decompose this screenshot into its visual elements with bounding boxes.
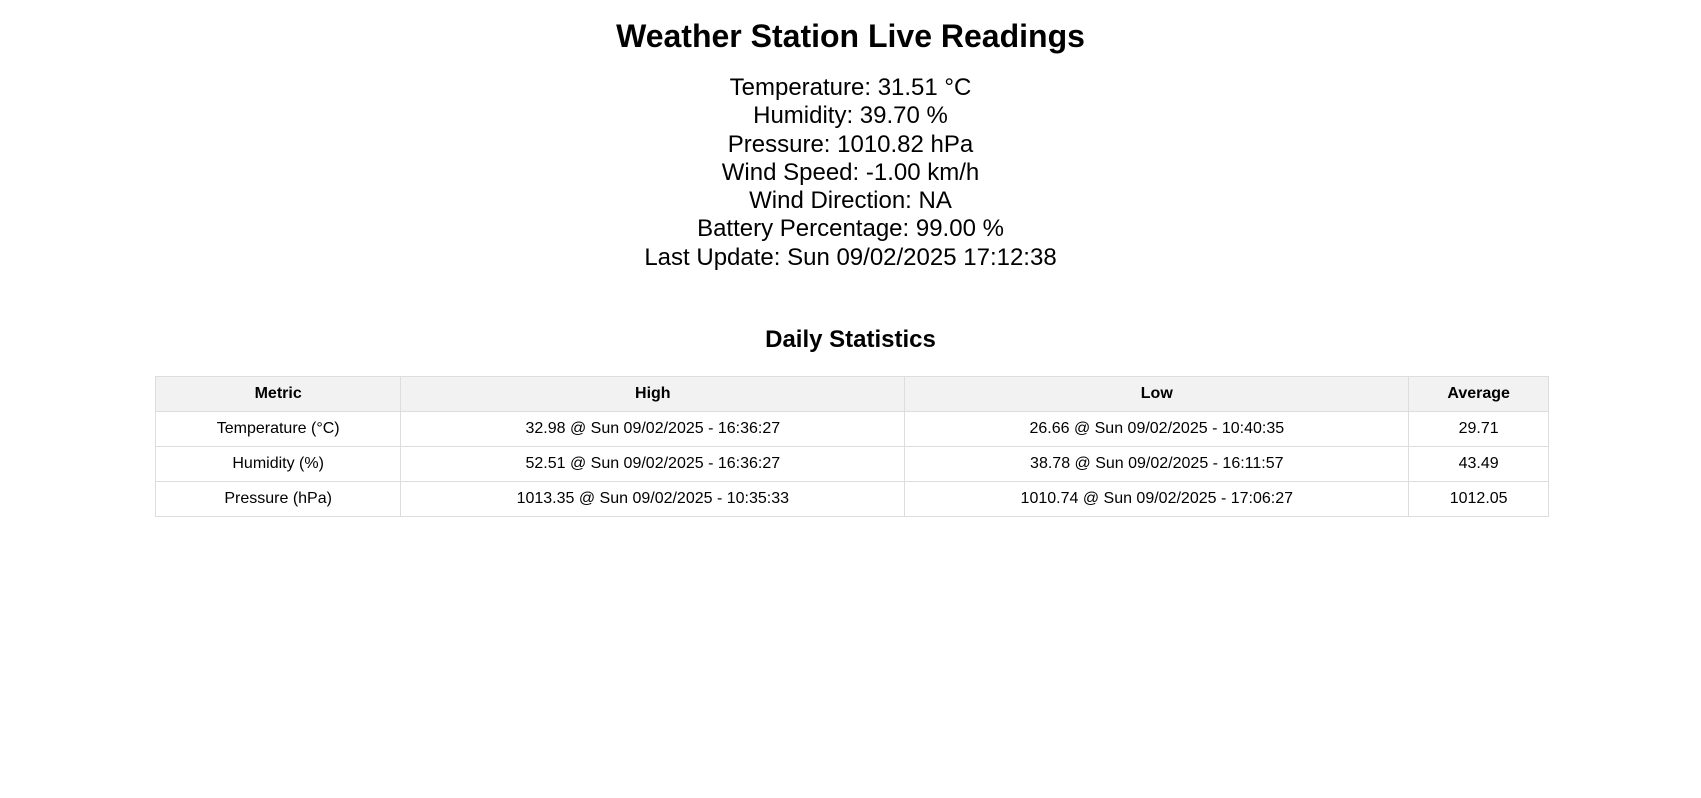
reading-humidity: Humidity: 39.70 % <box>753 102 948 130</box>
table-row: Humidity (%) 52.51 @ Sun 09/02/2025 - 16… <box>154 446 1549 483</box>
cell-metric: Humidity (%) <box>154 446 402 483</box>
reading-battery: Battery Percentage: 99.00 % <box>697 215 1004 243</box>
daily-statistics-table: Metric High Low Average Temperature (°C)… <box>154 376 1549 518</box>
header-metric: Metric <box>154 376 402 413</box>
page-title: Weather Station Live Readings <box>616 18 1085 54</box>
cell-low: 38.78 @ Sun 09/02/2025 - 16:11:57 <box>904 446 1410 483</box>
cell-low: 26.66 @ Sun 09/02/2025 - 10:40:35 <box>904 411 1410 448</box>
cell-low: 1010.74 @ Sun 09/02/2025 - 17:06:27 <box>904 481 1410 518</box>
daily-statistics-title: Daily Statistics <box>765 326 936 354</box>
reading-wind-speed: Wind Speed: -1.00 km/h <box>721 158 980 186</box>
table-row: Temperature (°C) 32.98 @ Sun 09/02/2025 … <box>154 411 1549 448</box>
weather-page: Weather Station Live Readings Temperatur… <box>0 0 1701 798</box>
header-high: High <box>400 376 906 413</box>
cell-high: 52.51 @ Sun 09/02/2025 - 16:36:27 <box>400 446 906 483</box>
cell-average: 43.49 <box>1408 446 1549 483</box>
cell-average: 29.71 <box>1408 411 1549 448</box>
reading-pressure: Pressure: 1010.82 hPa <box>727 130 974 158</box>
table-row: Pressure (hPa) 1013.35 @ Sun 09/02/2025 … <box>154 481 1549 518</box>
reading-wind-direction: Wind Direction: NA <box>749 187 952 215</box>
cell-metric: Pressure (hPa) <box>154 481 402 518</box>
cell-metric: Temperature (°C) <box>154 411 402 448</box>
header-average: Average <box>1408 376 1549 413</box>
reading-temperature: Temperature: 31.51 °C <box>729 74 972 101</box>
header-low: Low <box>904 376 1410 413</box>
cell-average: 1012.05 <box>1408 481 1549 518</box>
table-header-row: Metric High Low Average <box>154 376 1549 413</box>
cell-high: 32.98 @ Sun 09/02/2025 - 16:36:27 <box>400 411 906 448</box>
reading-last-update: Last Update: Sun 09/02/2025 17:12:38 <box>644 243 1057 271</box>
live-readings: Temperature: 31.51 °C Humidity: 39.70 % … <box>0 74 1701 272</box>
cell-high: 1013.35 @ Sun 09/02/2025 - 10:35:33 <box>400 481 906 518</box>
